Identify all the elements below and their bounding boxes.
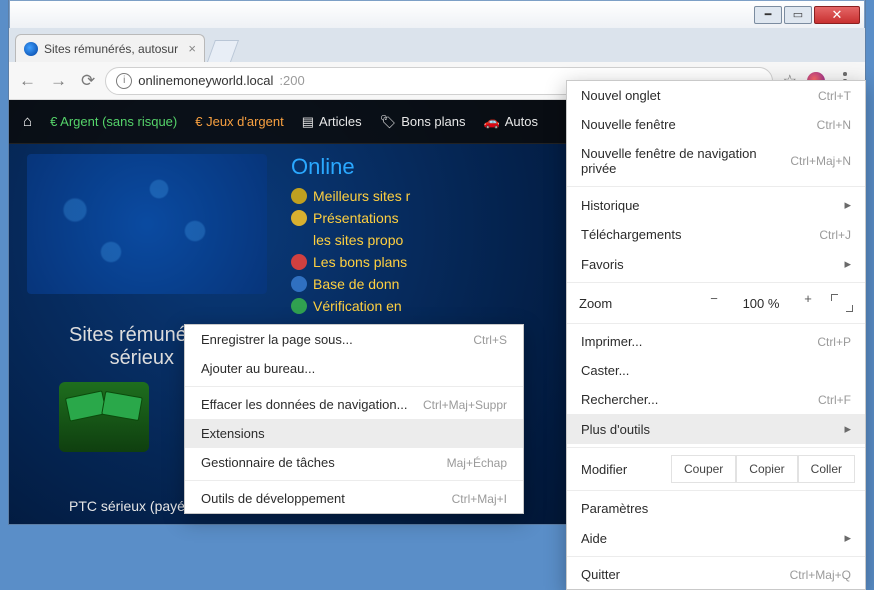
menu-downloads[interactable]: TéléchargementsCtrl+J [567, 220, 865, 249]
zoom-label: Zoom [579, 296, 691, 311]
submenu-clear-data[interactable]: Effacer les données de navigation...Ctrl… [185, 390, 523, 419]
menu-more-tools[interactable]: Plus d'outils▸ [567, 414, 865, 444]
menu-help[interactable]: Aide▸ [567, 523, 865, 553]
menu-zoom-row: Zoom − 100 % + [567, 286, 865, 320]
menu-incognito[interactable]: Nouvelle fenêtre de navigation privéeCtr… [567, 139, 865, 183]
edit-label: Modifier [577, 456, 671, 483]
menu-edit-row: Modifier Couper Copier Coller [567, 451, 865, 487]
zoom-out-button[interactable]: − [701, 291, 727, 315]
window-maximize-button[interactable]: ▭ [784, 6, 812, 24]
site-name: Online [291, 154, 410, 180]
database-icon [291, 276, 307, 292]
menu-new-window[interactable]: Nouvelle fenêtreCtrl+N [567, 110, 865, 139]
hero-text: Online Meilleurs sites r Présentations l… [291, 154, 410, 314]
nav-jeux[interactable]: € Jeux d'argent [195, 114, 284, 129]
submenu-add-desktop[interactable]: Ajouter au bureau... [185, 354, 523, 383]
chrome-main-menu: Nouvel ongletCtrl+T Nouvelle fenêtreCtrl… [566, 80, 866, 590]
world-map-image [27, 154, 267, 294]
zoom-in-button[interactable]: + [795, 291, 821, 315]
nav-articles[interactable]: ▤ Articles [302, 114, 362, 130]
tag-icon [291, 254, 307, 270]
site-info-icon[interactable]: i [116, 73, 132, 89]
menu-quit[interactable]: QuitterCtrl+Maj+Q [567, 560, 865, 589]
menu-history[interactable]: Historique▸ [567, 190, 865, 220]
tab-title: Sites rémunérés, autosur [44, 42, 182, 56]
menu-find[interactable]: Rechercher...Ctrl+F [567, 385, 865, 414]
menu-settings[interactable]: Paramètres [567, 494, 865, 523]
new-tab-button[interactable] [207, 40, 239, 62]
submenu-extensions[interactable]: Extensions [185, 419, 523, 448]
submenu-dev-tools[interactable]: Outils de développementCtrl+Maj+I [185, 484, 523, 513]
chevron-right-icon: ▸ [844, 530, 851, 546]
menu-new-tab[interactable]: Nouvel ongletCtrl+T [567, 81, 865, 110]
chevron-right-icon: ▸ [844, 421, 851, 437]
back-icon[interactable]: ← [19, 71, 36, 91]
money-illustration [59, 382, 149, 452]
chevron-right-icon: ▸ [844, 256, 851, 272]
reload-icon[interactable]: ⟳ [81, 71, 95, 91]
chevron-right-icon: ▸ [844, 197, 851, 213]
zoom-value: 100 % [737, 296, 785, 311]
home-icon[interactable]: ⌂ [23, 113, 32, 130]
check-icon [291, 298, 307, 314]
cut-button[interactable]: Couper [671, 455, 736, 483]
menu-print[interactable]: Imprimer...Ctrl+P [567, 327, 865, 356]
window-titlebar: ━ ▭ ✕ [9, 0, 865, 28]
close-tab-icon[interactable]: × [188, 41, 196, 56]
copy-button[interactable]: Copier [736, 455, 797, 483]
menu-bookmarks[interactable]: Favoris▸ [567, 249, 865, 279]
menu-cast[interactable]: Caster... [567, 356, 865, 385]
nav-bons[interactable]: 🏷 Bons plans [380, 114, 466, 130]
url-port: :200 [279, 73, 304, 88]
fullscreen-icon[interactable] [831, 294, 853, 312]
tab-strip: Sites rémunérés, autosur × [9, 28, 865, 62]
submenu-task-manager[interactable]: Gestionnaire de tâchesMaj+Échap [185, 448, 523, 477]
browser-tab[interactable]: Sites rémunérés, autosur × [15, 34, 205, 62]
window-minimize-button[interactable]: ━ [754, 6, 782, 24]
forward-icon[interactable]: → [50, 71, 67, 91]
submenu-save-page[interactable]: Enregistrer la page sous...Ctrl+S [185, 325, 523, 354]
nav-autos[interactable]: 🚗 Autos [484, 114, 538, 130]
medal-icon [291, 188, 307, 204]
window-close-button[interactable]: ✕ [814, 6, 860, 24]
more-tools-submenu: Enregistrer la page sous...Ctrl+S Ajoute… [184, 324, 524, 514]
url-host: onlinemoneyworld.local [138, 73, 273, 88]
nav-argent[interactable]: € Argent (sans risque) [50, 114, 177, 129]
favicon-icon [24, 42, 38, 56]
paste-button[interactable]: Coller [798, 455, 855, 483]
coins-icon [291, 210, 307, 226]
